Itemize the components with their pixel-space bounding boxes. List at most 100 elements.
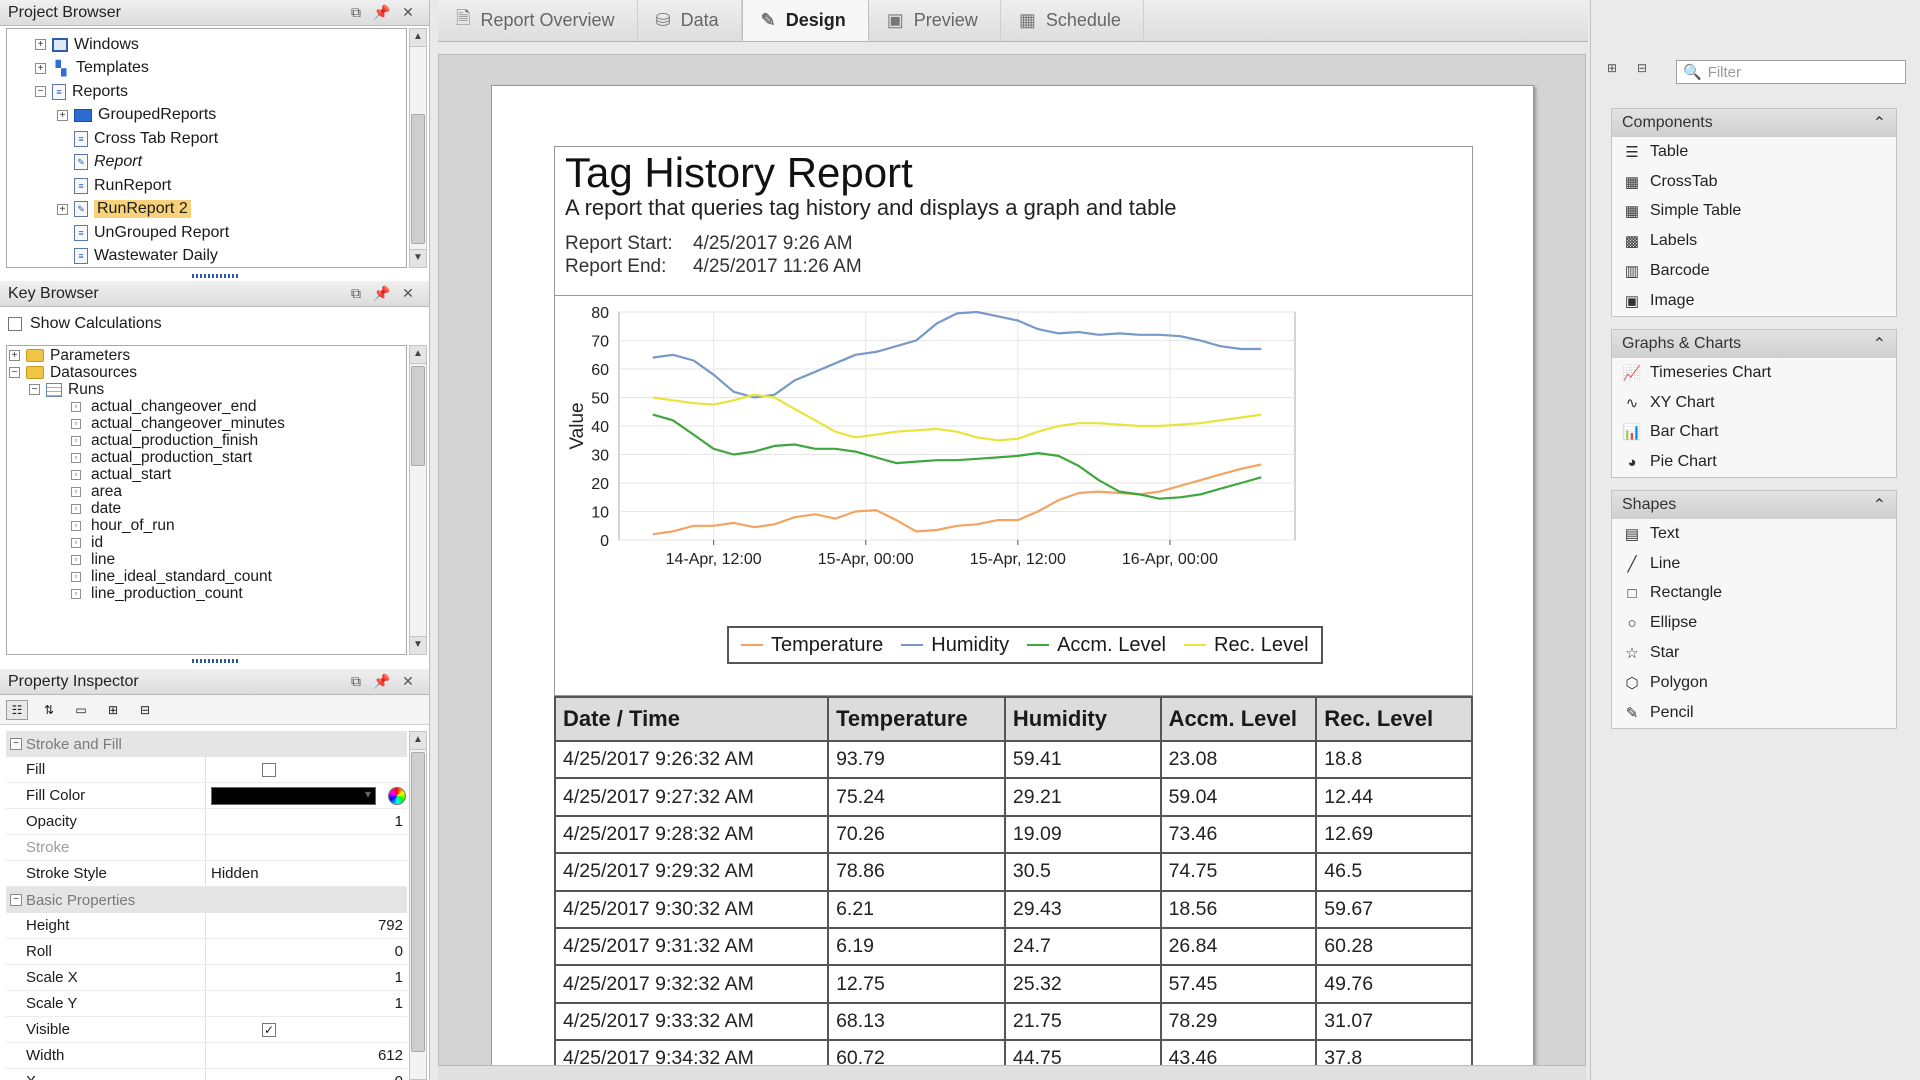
scroll-up-arrow[interactable]: ▲ xyxy=(410,346,426,364)
tab-data[interactable]: ⛁ Data xyxy=(638,0,742,41)
property-value[interactable] xyxy=(206,757,407,782)
project-tree-item[interactable]: + Windows xyxy=(7,33,406,57)
project-tree-scrollbar[interactable]: ▲ ▼ xyxy=(409,28,427,268)
scrollbar-thumb[interactable] xyxy=(411,752,425,1052)
pin-icon[interactable]: 📌 xyxy=(369,285,395,302)
close-icon[interactable]: ✕ xyxy=(395,4,421,21)
key-tree-item[interactable]: ▫ line_production_count xyxy=(7,585,406,602)
property-value[interactable]: 0 xyxy=(206,1069,407,1080)
float-icon[interactable]: ⧉ xyxy=(343,285,369,302)
scroll-down-arrow[interactable]: ▼ xyxy=(410,636,426,654)
key-tree-scrollbar[interactable]: ▲ ▼ xyxy=(409,345,427,655)
categorized-icon[interactable]: ☷ xyxy=(6,699,28,720)
report-page[interactable]: Tag History Report A report that queries… xyxy=(491,85,1534,1065)
table-row[interactable]: 4/25/2017 9:34:32 AM 60.72 44.75 43.46 37.8 xyxy=(553,1039,1473,1065)
pin-icon[interactable]: 📌 xyxy=(369,673,395,690)
property-value[interactable] xyxy=(206,835,407,860)
collapse-icon[interactable]: − xyxy=(10,738,22,750)
property-row[interactable]: Opacity 1 xyxy=(6,809,407,835)
tree-expander-icon[interactable]: + xyxy=(35,62,46,74)
property-checkbox[interactable]: ✓ xyxy=(262,1022,276,1037)
project-tree-item[interactable]: ≡ UnGrouped Report xyxy=(7,221,406,245)
splitter-grip[interactable] xyxy=(192,274,238,278)
palette-item-ellipse[interactable]: ○ Ellipse xyxy=(1612,608,1896,638)
key-tree-item[interactable]: ▫ area xyxy=(7,483,406,500)
property-row[interactable]: Roll 0 xyxy=(6,939,407,965)
key-tree-item[interactable]: + Parameters xyxy=(7,347,406,364)
close-icon[interactable]: ✕ xyxy=(395,673,421,690)
key-tree-item[interactable]: − Datasources xyxy=(7,364,406,381)
binding-icon[interactable]: ▭ xyxy=(70,700,92,720)
collapse-icon[interactable]: − xyxy=(10,894,22,906)
key-tree-item[interactable]: ▫ hour_of_run xyxy=(7,517,406,534)
palette-item-text[interactable]: ▤ Text xyxy=(1612,519,1896,549)
key-tree-item[interactable]: ▫ actual_start xyxy=(7,466,406,483)
property-row[interactable]: Visible ✓ xyxy=(6,1017,407,1043)
key-tree-item[interactable]: − Runs xyxy=(7,381,406,398)
palette-item-simple-table[interactable]: ▦ Simple Table xyxy=(1612,197,1896,227)
tab-schedule[interactable]: ▦ Schedule xyxy=(1001,0,1144,41)
design-canvas[interactable]: Tag History Report A report that queries… xyxy=(438,54,1586,1066)
table-row[interactable]: 4/25/2017 9:28:32 AM 70.26 19.09 73.46 12.69 xyxy=(553,814,1473,855)
palette-section-header[interactable]: Shapes ⌃ xyxy=(1612,491,1896,519)
table-row[interactable]: 4/25/2017 9:27:32 AM 75.24 29.21 59.04 12.44 xyxy=(553,777,1473,817)
table-row[interactable]: 4/25/2017 9:26:32 AM 93.79 59.41 23.08 18.8 xyxy=(553,739,1473,780)
key-tree-item[interactable]: ▫ line xyxy=(7,551,406,568)
palette-item-timeseries-chart[interactable]: 📈 Timeseries Chart xyxy=(1612,358,1896,388)
collapse-chevron-icon[interactable]: ⌃ xyxy=(1873,495,1886,515)
property-value[interactable]: 0 xyxy=(206,939,407,964)
scroll-up-arrow[interactable]: ▲ xyxy=(410,732,426,750)
project-tree-item[interactable]: + GroupedReports xyxy=(7,104,406,128)
key-tree-item[interactable]: ▫ actual_changeover_minutes xyxy=(7,415,406,432)
property-row[interactable]: Stroke Style Hidden xyxy=(6,861,407,887)
property-value[interactable]: Hidden xyxy=(206,861,407,886)
scrollbar-thumb[interactable] xyxy=(411,366,425,466)
tab-report-overview[interactable]: 🗎 Report Overview xyxy=(438,0,638,41)
project-tree-item[interactable]: ≡ Wastewater Daily xyxy=(7,245,406,268)
palette-item-star[interactable]: ☆ Star xyxy=(1612,638,1896,668)
table-row[interactable]: 4/25/2017 9:33:32 AM 68.13 21.75 78.29 31.07 xyxy=(553,1001,1473,1042)
expand-all-icon[interactable]: ⊞ xyxy=(102,700,124,720)
splitter-grip[interactable] xyxy=(192,659,238,663)
project-tree-item[interactable]: ≡ Cross Tab Report xyxy=(7,127,406,151)
float-icon[interactable]: ⧉ xyxy=(343,673,369,690)
palette-item-polygon[interactable]: ⬡ Polygon xyxy=(1612,668,1896,698)
property-row[interactable]: X0 xyxy=(6,1069,407,1080)
table-row[interactable]: 4/25/2017 9:29:32 AM 78.86 30.5 74.75 46.5 xyxy=(553,852,1473,892)
property-value[interactable]: 792 xyxy=(206,913,407,938)
property-row[interactable]: Scale X 1 xyxy=(6,965,407,991)
project-tree-item[interactable]: + ✎ RunReport 2 xyxy=(7,198,406,222)
palette-item-crosstab[interactable]: ▦ CrossTab xyxy=(1612,167,1896,197)
scroll-up-arrow[interactable]: ▲ xyxy=(410,29,426,47)
property-value[interactable]: 1 xyxy=(206,965,407,990)
key-tree-item[interactable]: ▫ actual_changeover_end xyxy=(7,398,406,415)
palette-item-labels[interactable]: ▩ Labels xyxy=(1612,226,1896,256)
property-category[interactable]: − Stroke and Fill xyxy=(6,731,407,757)
color-wheel-icon[interactable] xyxy=(388,786,406,805)
palette-item-image[interactable]: ▣ Image xyxy=(1612,286,1896,316)
table-row[interactable]: 4/25/2017 9:32:32 AM 12.75 25.32 57.45 49.76 xyxy=(553,964,1473,1004)
palette-item-bar-chart[interactable]: 📊 Bar Chart xyxy=(1612,418,1896,448)
tree-expander-icon[interactable]: + xyxy=(35,39,46,51)
property-value[interactable]: 1 xyxy=(206,991,407,1016)
tree-expander-icon[interactable]: + xyxy=(57,203,68,215)
key-tree-item[interactable]: ▫ date xyxy=(7,500,406,517)
close-icon[interactable]: ✕ xyxy=(395,285,421,302)
project-tree-item[interactable]: + ▚ Templates xyxy=(7,57,406,81)
tree-expander-icon[interactable]: − xyxy=(29,384,40,395)
property-value[interactable]: 612 xyxy=(206,1043,407,1068)
collapse-all-icon[interactable]: ⊟ xyxy=(134,700,156,720)
palette-section-header[interactable]: Components ⌃ xyxy=(1612,109,1896,137)
table-row[interactable]: 4/25/2017 9:30:32 AM 6.21 29.43 18.56 59.67 xyxy=(553,889,1473,929)
report-header[interactable]: Tag History Report A report that queries… xyxy=(554,146,1473,296)
float-icon[interactable]: ⧉ xyxy=(343,4,369,21)
expand-all-icon[interactable]: ⊞ xyxy=(1601,58,1623,78)
key-tree-item[interactable]: ▫ id xyxy=(7,534,406,551)
tree-expander-icon[interactable]: + xyxy=(57,109,68,121)
property-value[interactable]: 1 xyxy=(206,809,407,834)
palette-item-line[interactable]: ╱ Line xyxy=(1612,549,1896,579)
property-category[interactable]: − Basic Properties xyxy=(6,887,407,913)
timeseries-chart[interactable]: 0 10 20 30 40 50 60 70 80 14-Apr, 12:00 15-Apr, 00… xyxy=(554,296,1473,696)
key-tree-item[interactable]: ▫ line_ideal_standard_count xyxy=(7,568,406,585)
scroll-down-arrow[interactable]: ▼ xyxy=(410,249,426,267)
